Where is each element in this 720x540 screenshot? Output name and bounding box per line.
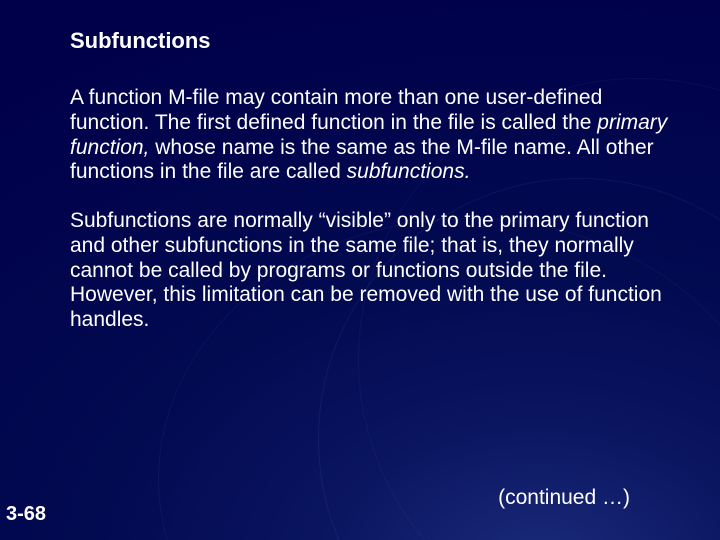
continued-label: (continued …) [498,486,630,510]
slide-content: Subfunctions A function M-file may conta… [70,28,680,357]
p1-subfunctions: subfunctions. [347,160,471,183]
p1-part-a: A function M-file may contain more than … [70,86,602,134]
slide-title: Subfunctions [70,28,680,54]
slide-number: 3-68 [6,503,46,526]
paragraph-2: Subfunctions are normally “visible” only… [70,209,680,333]
paragraph-1: A function M-file may contain more than … [70,86,680,185]
